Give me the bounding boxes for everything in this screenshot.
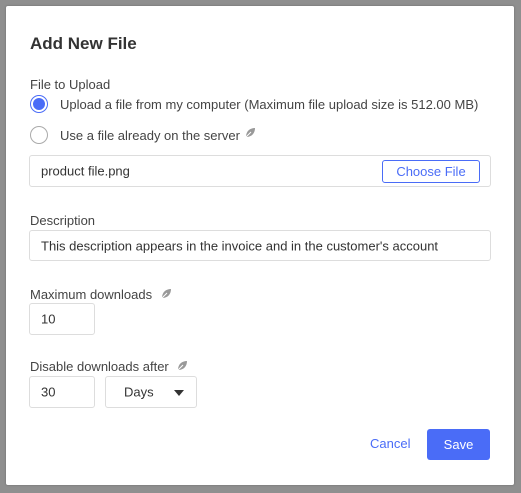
selected-file-name: product file.png (41, 163, 130, 179)
upload-from-computer-label: Upload a file from my computer (Maximum … (60, 96, 479, 112)
description-label: Description (30, 213, 96, 228)
disable-after-label: Disable downloads after (30, 359, 188, 375)
info-icon[interactable] (244, 126, 256, 144)
max-downloads-label-text: Maximum downloads (30, 287, 153, 302)
disable-after-label-text: Disable downloads after (30, 359, 169, 374)
info-icon[interactable] (176, 360, 188, 375)
use-server-file-option[interactable]: Use a file already on the server (30, 126, 256, 144)
info-icon[interactable] (160, 288, 172, 303)
dialog-title: Add New File (30, 34, 137, 53)
description-input[interactable]: This description appears in the invoice … (29, 230, 491, 261)
disable-after-unit-select[interactable]: Days (105, 376, 197, 408)
cancel-button[interactable]: Cancel (370, 436, 410, 451)
use-server-file-radio[interactable] (30, 126, 48, 144)
chevron-down-icon (174, 390, 184, 396)
disable-after-value: 30 (41, 384, 56, 400)
file-to-upload-label: File to Upload (30, 77, 111, 92)
file-picker: product file.png Choose File (29, 155, 491, 187)
upload-from-computer-option[interactable]: Upload a file from my computer (Maximum … (30, 95, 478, 113)
max-downloads-input[interactable]: 10 (29, 303, 95, 335)
max-downloads-value: 10 (41, 311, 56, 327)
use-server-file-label: Use a file already on the server (60, 127, 240, 143)
max-downloads-label: Maximum downloads (30, 287, 172, 303)
description-value: This description appears in the invoice … (41, 238, 439, 253)
choose-file-button[interactable]: Choose File (382, 160, 480, 183)
disable-after-input[interactable]: 30 (29, 376, 95, 408)
add-file-dialog: Add New File File to Upload Upload a fil… (6, 6, 514, 485)
disable-after-unit-value: Days (124, 384, 154, 400)
save-button[interactable]: Save (427, 429, 490, 460)
upload-from-computer-radio[interactable] (30, 95, 48, 113)
